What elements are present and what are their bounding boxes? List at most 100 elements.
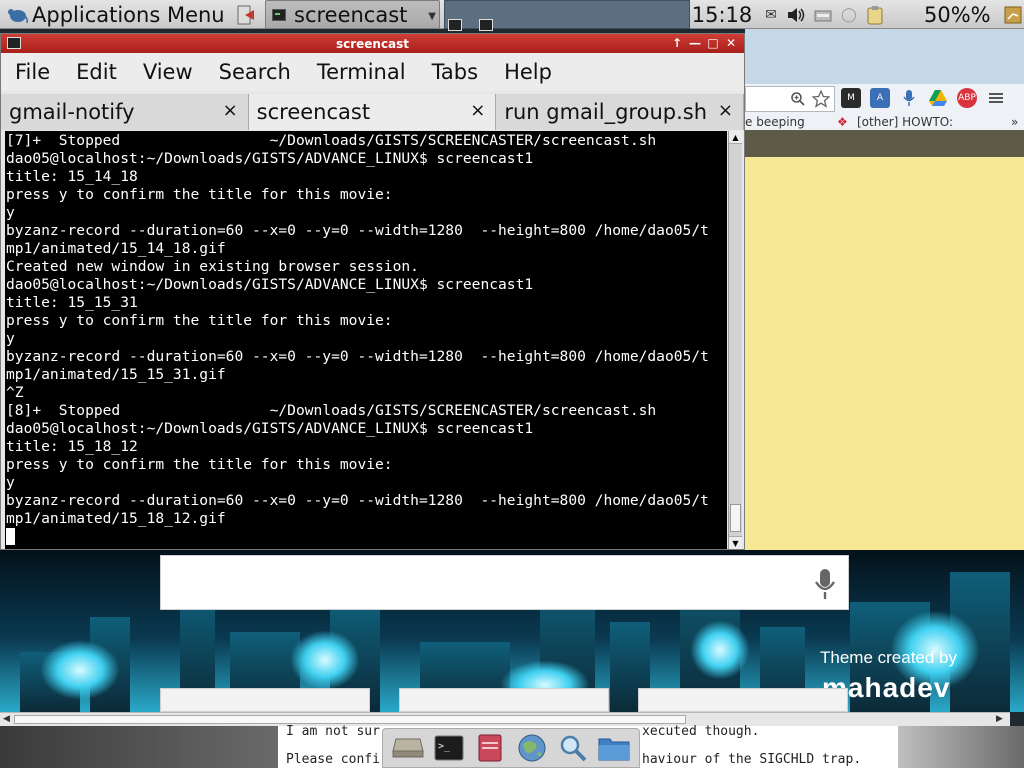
terminal-icon[interactable]: >_ (433, 732, 465, 764)
applications-menu-button[interactable]: Applications Menu (0, 0, 228, 29)
notes-icon[interactable] (474, 732, 506, 764)
text-cursor (6, 528, 15, 545)
address-bar[interactable] (745, 86, 835, 112)
terminal-line: mp1/animated/15_14_18.gif (6, 240, 226, 257)
bookmark-star-icon[interactable] (812, 90, 830, 108)
window-title: screencast (335, 36, 410, 51)
scrollbar-thumb[interactable] (14, 715, 686, 724)
menu-terminal[interactable]: Terminal (313, 60, 410, 84)
menu-file[interactable]: File (11, 60, 54, 84)
application-dock: >_ (382, 728, 640, 768)
terminal-line: byzanz-record --duration=60 --x=0 --y=0 … (6, 348, 709, 365)
clipboard-icon[interactable] (864, 5, 886, 25)
scroll-down-arrow-icon[interactable]: ▼ (729, 536, 742, 549)
gmail-extension-icon[interactable]: M (841, 88, 861, 108)
menu-search[interactable]: Search (215, 60, 295, 84)
taskbar-window-button[interactable]: screencast ▼ (265, 0, 440, 29)
most-visited-tile[interactable] (160, 688, 370, 712)
menu-help[interactable]: Help (500, 60, 556, 84)
terminal-line: dao05@localhost:~/Downloads/GISTS/ADVANC… (6, 150, 534, 167)
workspace-switcher[interactable] (444, 0, 690, 31)
terminal-line: dao05@localhost:~/Downloads/GISTS/ADVANC… (6, 420, 534, 437)
tab-label: screencast (256, 100, 371, 124)
drive-icon[interactable] (392, 732, 424, 764)
terminal-line: [7]+ Stopped ~/Downloads/GISTS/SCREENCAS… (6, 132, 657, 149)
logout-launcher[interactable] (230, 0, 262, 29)
terminal-line: ^Z (6, 384, 24, 401)
close-tab-icon[interactable]: × (470, 100, 485, 121)
close-tab-icon[interactable]: × (718, 100, 733, 121)
terminal-line: press y to confirm the title for this mo… (6, 456, 393, 473)
tab-gmail-notify[interactable]: gmail-notify × (1, 94, 249, 130)
power-icon[interactable]: ◯ (838, 5, 860, 25)
adblock-extension-icon[interactable]: ABP (957, 88, 977, 108)
panel-action-icon[interactable] (1002, 0, 1024, 29)
terminal-line: title: 15_14_18 (6, 168, 138, 185)
bookmark-favicon-icon: ❖ (837, 115, 848, 129)
translate-extension-icon[interactable]: A (870, 88, 890, 108)
menu-view[interactable]: View (139, 60, 197, 84)
battery-indicator[interactable]: 50%% (916, 0, 1000, 29)
horizontal-scrollbar[interactable]: ◀ ▶ (0, 712, 1010, 726)
logout-icon (237, 5, 254, 24)
tab-screencast[interactable]: screencast × (248, 94, 497, 130)
search-icon[interactable] (557, 732, 589, 764)
desktop-wallpaper (0, 726, 278, 768)
tab-label: gmail-notify (9, 100, 135, 124)
terminal-line: press y to confirm the title for this mo… (6, 186, 393, 203)
chevron-down-icon[interactable]: ▼ (428, 11, 436, 22)
bookmarks-overflow-icon[interactable]: » (1011, 115, 1018, 129)
voice-search-icon[interactable] (814, 568, 836, 600)
shade-icon[interactable]: ↑ (669, 35, 685, 51)
most-visited-tile[interactable] (399, 688, 609, 712)
scroll-left-arrow-icon[interactable]: ◀ (3, 714, 10, 724)
volume-icon[interactable] (786, 5, 808, 25)
window-titlebar[interactable]: screencast ↑ — □ ✕ (1, 34, 744, 53)
microphone-extension-icon[interactable] (899, 88, 919, 108)
close-tab-icon[interactable]: × (223, 100, 238, 121)
bookmarks-bar: e beeping ❖ [other] HOWTO: » (745, 114, 1024, 130)
tab-run-gmail-group[interactable]: run gmail_group.sh × (496, 94, 745, 130)
maximize-icon[interactable]: □ (705, 35, 721, 51)
bookmark-item[interactable]: e beeping (745, 115, 805, 129)
most-visited-tile[interactable] (638, 688, 848, 712)
tab-label: run gmail_group.sh (504, 100, 708, 124)
terminal-line: [8]+ Stopped ~/Downloads/GISTS/SCREENCAS… (6, 402, 657, 419)
scroll-up-arrow-icon[interactable]: ▲ (729, 131, 742, 144)
doc-text: I am not sur (286, 724, 380, 739)
terminal-window: screencast ↑ — □ ✕ File Edit View Search… (0, 33, 745, 550)
scroll-right-arrow-icon[interactable]: ▶ (996, 714, 1003, 724)
terminal-line: byzanz-record --duration=60 --x=0 --y=0 … (6, 222, 709, 239)
tab-bar: gmail-notify × screencast × run gmail_gr… (1, 94, 745, 130)
close-icon[interactable]: ✕ (723, 35, 739, 51)
hamburger-menu-icon[interactable] (986, 88, 1006, 108)
mail-icon[interactable]: ✉ (760, 5, 782, 25)
folder-icon[interactable] (598, 732, 630, 764)
terminal-line: press y to confirm the title for this mo… (6, 312, 393, 329)
terminal-line: Created new window in existing browser s… (6, 258, 419, 275)
menu-edit[interactable]: Edit (72, 60, 121, 84)
applications-menu-label: Applications Menu (32, 2, 225, 27)
clock[interactable]: 15:18 (690, 0, 754, 29)
window-thumbnail-icon (448, 18, 462, 31)
window-thumbnail-icon (478, 18, 493, 31)
terminal-line: dao05@localhost:~/Downloads/GISTS/ADVANC… (6, 276, 534, 293)
scrollbar-thumb[interactable] (730, 504, 741, 532)
web-browser-icon[interactable] (516, 732, 548, 764)
drive-extension-icon[interactable] (928, 88, 948, 108)
terminal-line: title: 15_18_12 (6, 438, 138, 455)
top-panel: Applications Menu screencast ▼ 15:18 ✉ ◯… (0, 0, 1024, 31)
zoom-icon[interactable] (790, 91, 806, 107)
minimize-icon[interactable]: — (687, 35, 703, 51)
browser-page-content (745, 157, 1024, 550)
menu-bar: File Edit View Search Terminal Tabs Help (1, 53, 744, 91)
terminal-output[interactable]: [7]+ Stopped ~/Downloads/GISTS/SCREENCAS… (5, 131, 727, 549)
menu-tabs[interactable]: Tabs (428, 60, 483, 84)
new-tab-search-box[interactable] (160, 555, 849, 610)
desktop-wallpaper (898, 726, 1024, 768)
bookmark-item[interactable]: [other] HOWTO: (857, 115, 953, 129)
doc-text: haviour of the SIGCHLD trap. (642, 752, 862, 767)
terminal-scrollbar[interactable]: ▲ ▼ (728, 131, 742, 549)
network-icon[interactable] (812, 5, 834, 25)
terminal-prompt-line (6, 528, 727, 546)
